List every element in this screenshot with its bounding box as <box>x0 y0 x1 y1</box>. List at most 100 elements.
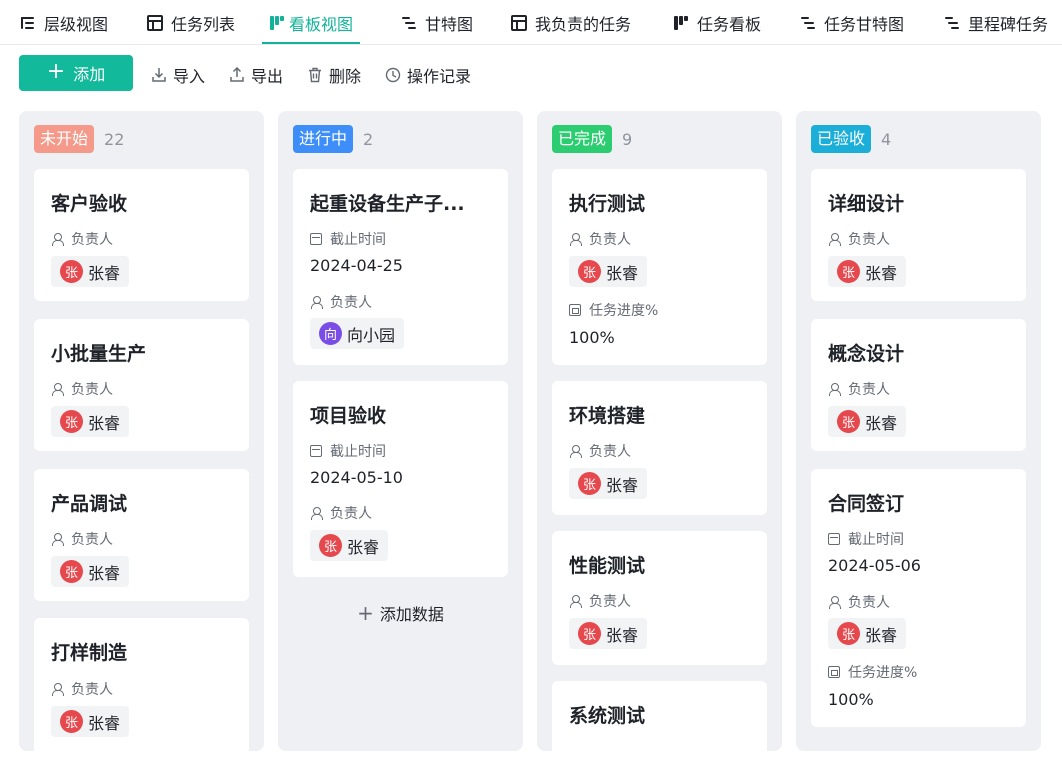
owner-chip: 张张睿 <box>51 256 130 287</box>
task-card[interactable]: 起重设备生产子... 截止时间 2024-04-25 负责人 向向小园 <box>293 169 508 365</box>
tab-task-gantt[interactable]: 任务甘特图 <box>800 0 905 44</box>
task-card[interactable]: 小批量生产 负责人 张张睿 <box>34 319 249 451</box>
owner-field-label: 负责人 <box>51 679 113 699</box>
tab-milestone-tasks[interactable]: 里程碑任务 <box>944 0 1049 44</box>
tab-label: 任务甘特图 <box>824 14 905 34</box>
task-card[interactable]: 合同签订 截止时间 2024-05-06 负责人 张张睿 任务进度% 100% <box>811 469 1026 727</box>
add-button[interactable]: + 添加 <box>19 55 133 91</box>
gantt-icon <box>401 15 417 31</box>
user-icon <box>569 233 582 246</box>
card-title: 详细设计 <box>828 193 905 215</box>
owner-name: 张睿 <box>865 413 898 433</box>
card-title: 打样制造 <box>51 642 128 664</box>
column-count: 2 <box>363 129 374 149</box>
deadline-field-label: 截止时间 <box>310 441 386 461</box>
avatar: 张 <box>60 710 83 733</box>
tab-gantt[interactable]: 甘特图 <box>401 0 473 44</box>
task-card[interactable]: 环境搭建 负责人 张张睿 <box>552 381 767 515</box>
view-tab-bar: 层级视图 任务列表 看板视图 甘特图 我负责的任务 任务看板 任务甘特图 里程碑… <box>0 0 1062 45</box>
progress-field-label: 任务进度% <box>828 662 917 682</box>
tab-label: 看板视图 <box>288 14 353 34</box>
owner-field-label: 负责人 <box>51 529 113 549</box>
owner-name: 张睿 <box>347 537 380 557</box>
owner-chip: 张张睿 <box>828 406 907 437</box>
tab-hierarchy-view[interactable]: 层级视图 <box>20 0 109 44</box>
owner-name: 向小园 <box>347 325 396 345</box>
task-card[interactable]: 执行测试 负责人 张张睿 任务进度% 100% <box>552 169 767 365</box>
export-label: 导出 <box>251 67 284 86</box>
status-tag: 已验收 <box>811 125 872 153</box>
owner-chip: 张张睿 <box>569 256 648 287</box>
task-card[interactable]: 客户验收 负责人 张张睿 <box>34 169 249 301</box>
avatar: 向 <box>319 322 342 345</box>
column-header: 已完成 9 <box>552 125 632 153</box>
owner-field-label: 负责人 <box>828 229 890 249</box>
export-button[interactable]: 导出 <box>229 64 283 86</box>
user-icon <box>310 296 323 309</box>
user-icon <box>51 533 64 546</box>
progress-value: 100% <box>569 328 615 347</box>
status-tag: 已完成 <box>552 125 613 153</box>
owner-name: 张睿 <box>606 263 639 283</box>
owner-chip: 张张睿 <box>569 618 648 649</box>
import-icon <box>152 68 166 82</box>
task-card[interactable]: 详细设计 负责人 张张睿 <box>811 169 1026 301</box>
tab-label: 里程碑任务 <box>968 14 1049 34</box>
card-title: 客户验收 <box>51 193 128 215</box>
owner-name: 张睿 <box>88 563 121 583</box>
deadline-field-label: 截止时间 <box>310 229 386 249</box>
column-header: 已验收 4 <box>811 125 891 153</box>
toolbar: + 添加 导入 导出 删除 操作记录 <box>0 45 1062 107</box>
owner-chip: 张张睿 <box>569 468 648 499</box>
column-count: 22 <box>104 129 125 149</box>
history-button[interactable]: 操作记录 <box>385 64 471 86</box>
owner-field-label: 负责人 <box>51 379 113 399</box>
user-icon <box>51 683 64 696</box>
deadline-value: 2024-05-10 <box>310 468 403 487</box>
avatar: 张 <box>837 622 860 645</box>
avatar: 张 <box>60 560 83 583</box>
owner-chip: 张张睿 <box>828 256 907 287</box>
column-count: 4 <box>881 129 892 149</box>
owner-field-label: 负责人 <box>51 229 113 249</box>
avatar: 张 <box>60 410 83 433</box>
tab-label: 我负责的任务 <box>535 14 632 34</box>
tab-task-list[interactable]: 任务列表 <box>147 0 235 44</box>
owner-name: 张睿 <box>865 263 898 283</box>
import-button[interactable]: 导入 <box>151 64 205 86</box>
owner-chip: 张张睿 <box>310 530 389 561</box>
task-card[interactable]: 打样制造 负责人 张张睿 <box>34 618 249 758</box>
calendar-icon <box>828 533 840 545</box>
owner-field-label: 负责人 <box>310 503 372 523</box>
card-title: 合同签订 <box>828 493 905 515</box>
task-card[interactable]: 性能测试 负责人 张张睿 <box>552 531 767 665</box>
task-card[interactable]: 概念设计 负责人 张张睿 <box>811 319 1026 451</box>
task-card[interactable]: 系统测试 <box>552 681 767 761</box>
plus-icon: + <box>46 59 66 84</box>
clock-icon <box>385 67 401 83</box>
avatar: 张 <box>578 260 601 283</box>
tab-task-board[interactable]: 任务看板 <box>673 0 761 44</box>
card-title: 起重设备生产子... <box>310 193 465 215</box>
card-title: 环境搭建 <box>569 405 646 427</box>
kanban-column-accepted: 已验收 4 详细设计 负责人 张张睿 概念设计 负责人 张张睿 合同签订 截止时… <box>796 111 1041 751</box>
owner-chip: 张张睿 <box>51 556 130 587</box>
owner-field-label: 负责人 <box>828 379 890 399</box>
board-icon <box>673 15 689 31</box>
tab-kanban-view[interactable]: 看板视图 <box>262 0 360 44</box>
user-icon <box>828 383 841 396</box>
task-card[interactable]: 项目验收 截止时间 2024-05-10 负责人 张张睿 <box>293 381 508 577</box>
owner-chip: 向向小园 <box>310 318 405 349</box>
trash-icon <box>309 67 321 83</box>
avatar: 张 <box>60 260 83 283</box>
tab-label: 层级视图 <box>44 14 109 34</box>
owner-field-label: 负责人 <box>569 441 631 461</box>
tab-my-tasks[interactable]: 我负责的任务 <box>511 0 632 44</box>
delete-button[interactable]: 删除 <box>307 64 361 86</box>
task-card[interactable]: 产品调试 负责人 张张睿 <box>34 469 249 601</box>
gantt-icon <box>944 15 960 31</box>
column-header: 进行中 2 <box>293 125 373 153</box>
add-data-button[interactable]: + 添加数据 <box>278 601 523 625</box>
card-title: 系统测试 <box>569 705 646 727</box>
user-icon <box>569 445 582 458</box>
